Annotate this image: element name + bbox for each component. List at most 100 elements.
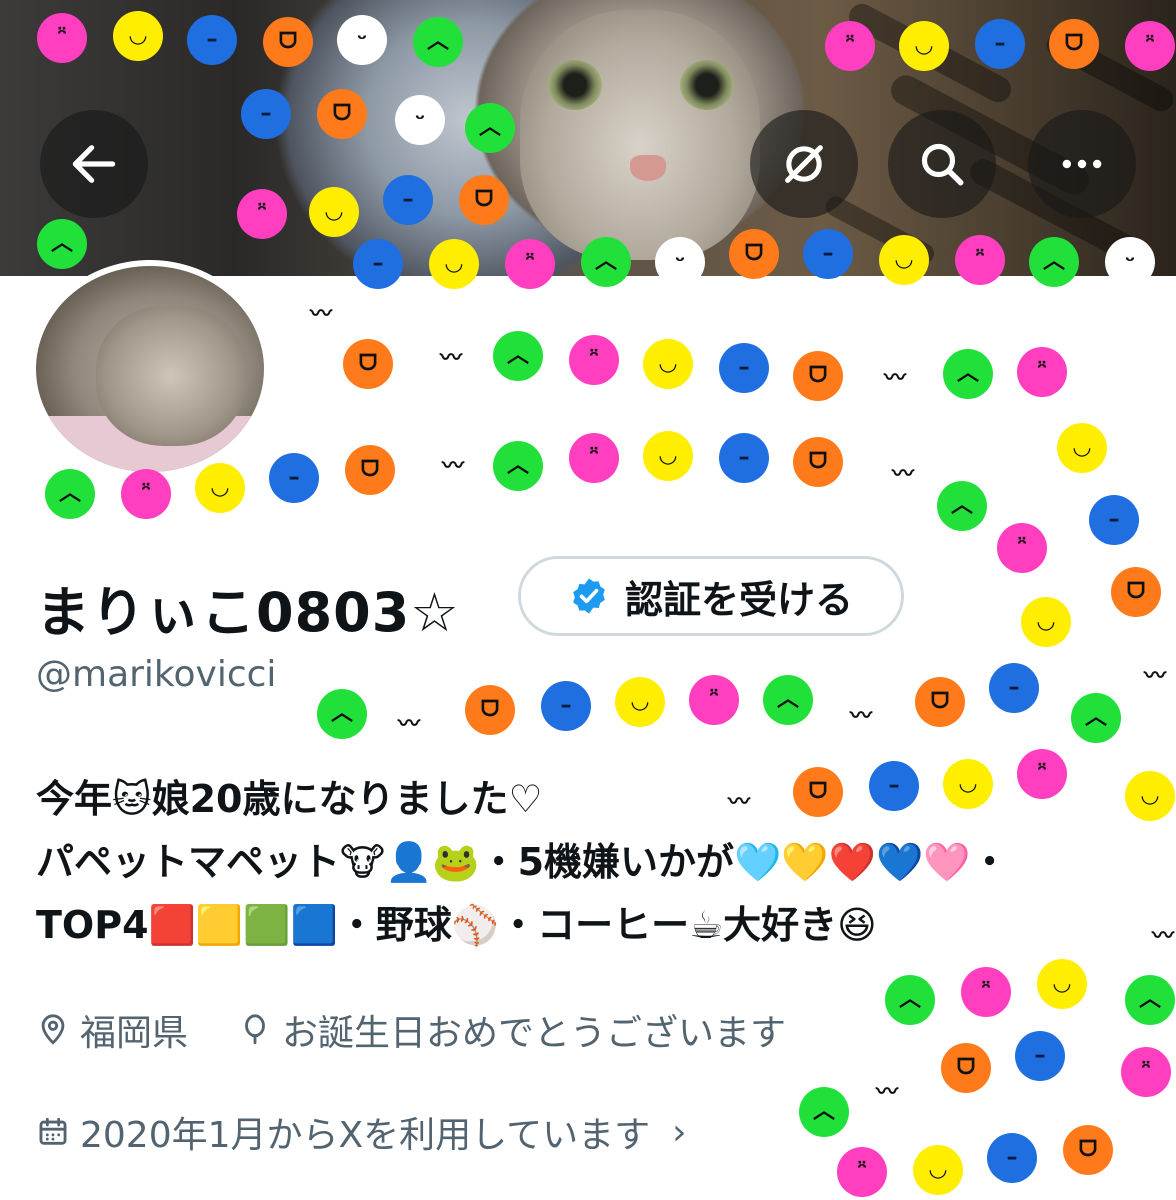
face-sticker-icon: ︿ xyxy=(943,349,993,399)
face-sticker-icon: ᗜ xyxy=(317,89,367,139)
avatar[interactable] xyxy=(30,260,270,478)
face-sticker-icon: ◡ xyxy=(643,339,693,389)
calendar-icon xyxy=(39,1117,67,1145)
face-sticker-icon: ᵔ̈ xyxy=(1125,21,1175,71)
face-sticker-icon: ◡ xyxy=(429,239,479,289)
face-sticker-icon: ᗜ xyxy=(465,685,515,735)
face-sticker-icon: ᵔ̈ xyxy=(825,21,875,71)
no-signal-button[interactable] xyxy=(750,110,858,218)
search-icon xyxy=(921,143,964,186)
face-sticker-icon: ᗜ xyxy=(915,677,965,727)
face-sticker-icon: ᵕ xyxy=(1105,237,1155,287)
face-sticker-icon: – xyxy=(241,89,291,139)
face-sticker-icon: ᗜ xyxy=(345,445,395,495)
face-sticker-icon: ︿ xyxy=(1029,237,1079,287)
joined-row[interactable]: 2020年1月からXを利用しています › xyxy=(36,1106,687,1158)
face-sticker-icon: ︿ xyxy=(317,689,367,739)
face-sticker-icon: ᗜ xyxy=(1049,19,1099,69)
face-sticker-icon: ◡ xyxy=(1125,771,1175,821)
face-sticker-icon: – xyxy=(989,663,1039,713)
face-sticker-icon: ︿ xyxy=(799,1087,849,1137)
face-sticker-icon: – xyxy=(975,19,1025,69)
face-sticker-icon: – xyxy=(719,343,769,393)
face-sticker-icon: ᗜ xyxy=(263,17,313,67)
birthday-text: お誕生日おめでとうございます xyxy=(282,1013,787,1054)
face-sticker-icon: ᵔ̈ xyxy=(237,189,287,239)
face-sticker-icon: ᗜ xyxy=(459,175,509,225)
face-sticker-icon: ︿ xyxy=(37,219,87,269)
get-verified-button[interactable]: 認証を受ける xyxy=(518,556,904,636)
no-signal-icon xyxy=(785,145,823,183)
bio-line: TOP4🟥🟨🟩🟦・野球⚾・コーヒー☕大好き😆 xyxy=(36,903,877,947)
face-sticker-icon: ◡ xyxy=(195,463,245,513)
face-sticker-icon: ᗜ xyxy=(1111,567,1161,617)
face-sticker-icon: ︿ xyxy=(45,469,95,519)
face-sticker-icon: – xyxy=(353,239,403,289)
face-sticker-icon: ᵔ̈ xyxy=(955,235,1005,285)
bio-line: パペットマペット🐮👤🐸・5機嫌いかが🩵💛❤️💙🩷・ xyxy=(36,840,1009,884)
face-sticker-icon: ︿ xyxy=(885,975,935,1025)
squiggle-icon: 〰 xyxy=(1144,664,1167,689)
face-sticker-icon: ◡ xyxy=(943,759,993,809)
arrow-left-icon xyxy=(72,145,116,183)
squiggle-icon: 〰 xyxy=(850,704,873,729)
more-horizontal-icon xyxy=(1062,159,1102,169)
face-sticker-icon: ︿ xyxy=(493,331,543,381)
face-sticker-icon: ◡ xyxy=(899,21,949,71)
face-sticker-icon: ᗜ xyxy=(793,767,843,817)
face-sticker-icon: ᵔ̈ xyxy=(961,967,1011,1017)
balloon-icon xyxy=(245,1014,265,1045)
face-sticker-icon: – xyxy=(1015,1031,1065,1081)
verified-badge-icon xyxy=(573,578,605,614)
face-sticker-icon: ︿ xyxy=(763,675,813,725)
bio-line: 今年🐱娘20歳になりました♡ xyxy=(36,777,543,821)
chevron-right-icon: › xyxy=(672,1111,687,1153)
face-sticker-icon: ᵔ̈ xyxy=(569,433,619,483)
face-sticker-icon: ᵔ̈ xyxy=(689,675,739,725)
face-sticker-icon: ◡ xyxy=(913,1145,963,1195)
face-sticker-icon: ◡ xyxy=(615,677,665,727)
face-sticker-icon: ᵕ xyxy=(655,237,705,287)
squiggle-icon: 〰 xyxy=(728,790,751,815)
back-button[interactable] xyxy=(40,110,148,218)
display-name: まりぃこ0803☆ xyxy=(36,581,460,644)
user-handle: @marikovicci xyxy=(36,654,277,695)
face-sticker-icon: ◡ xyxy=(643,431,693,481)
face-sticker-icon: – xyxy=(1089,495,1139,545)
map-pin-icon xyxy=(41,1014,65,1045)
face-sticker-icon: ᗜ xyxy=(343,339,393,389)
squiggle-icon: 〰 xyxy=(1152,924,1175,949)
face-sticker-icon: ᵕ xyxy=(337,15,387,65)
face-sticker-icon: ᵔ̈ xyxy=(1017,749,1067,799)
face-sticker-icon: ︿ xyxy=(465,103,515,153)
squiggle-icon: 〰 xyxy=(892,462,915,487)
face-sticker-icon: ︿ xyxy=(937,481,987,531)
joined-text: 2020年1月からXを利用しています xyxy=(80,1115,651,1156)
face-sticker-icon: – xyxy=(987,1133,1037,1183)
squiggle-icon: 〰 xyxy=(884,366,907,391)
face-sticker-icon: ◡ xyxy=(1057,423,1107,473)
face-sticker-icon: ︿ xyxy=(413,17,463,67)
face-sticker-icon: ᵔ̈ xyxy=(1121,1047,1171,1097)
face-sticker-icon: ᗜ xyxy=(1063,1125,1113,1175)
more-button[interactable] xyxy=(1028,110,1136,218)
face-sticker-icon: – xyxy=(187,15,237,65)
search-button[interactable] xyxy=(888,110,996,218)
face-sticker-icon: ◡ xyxy=(1037,959,1087,1009)
face-sticker-icon: ◡ xyxy=(1021,597,1071,647)
face-sticker-icon: ︿ xyxy=(1125,975,1175,1025)
squiggle-icon: 〰 xyxy=(440,346,463,371)
face-sticker-icon: ᵔ̈ xyxy=(37,13,87,63)
face-sticker-icon: ︿ xyxy=(581,237,631,287)
face-sticker-icon: – xyxy=(719,433,769,483)
face-sticker-icon: ︿ xyxy=(493,441,543,491)
face-sticker-icon: – xyxy=(269,453,319,503)
face-sticker-icon: ◡ xyxy=(309,187,359,237)
squiggle-icon: 〰 xyxy=(442,454,465,479)
face-sticker-icon: ᗜ xyxy=(793,437,843,487)
face-sticker-icon: ᵔ̈ xyxy=(997,523,1047,573)
face-sticker-icon: ᵔ̈ xyxy=(121,469,171,519)
location-row: 福岡県 xyxy=(36,1004,188,1056)
face-sticker-icon: ︿ xyxy=(1071,693,1121,743)
face-sticker-icon: ᗜ xyxy=(941,1043,991,1093)
